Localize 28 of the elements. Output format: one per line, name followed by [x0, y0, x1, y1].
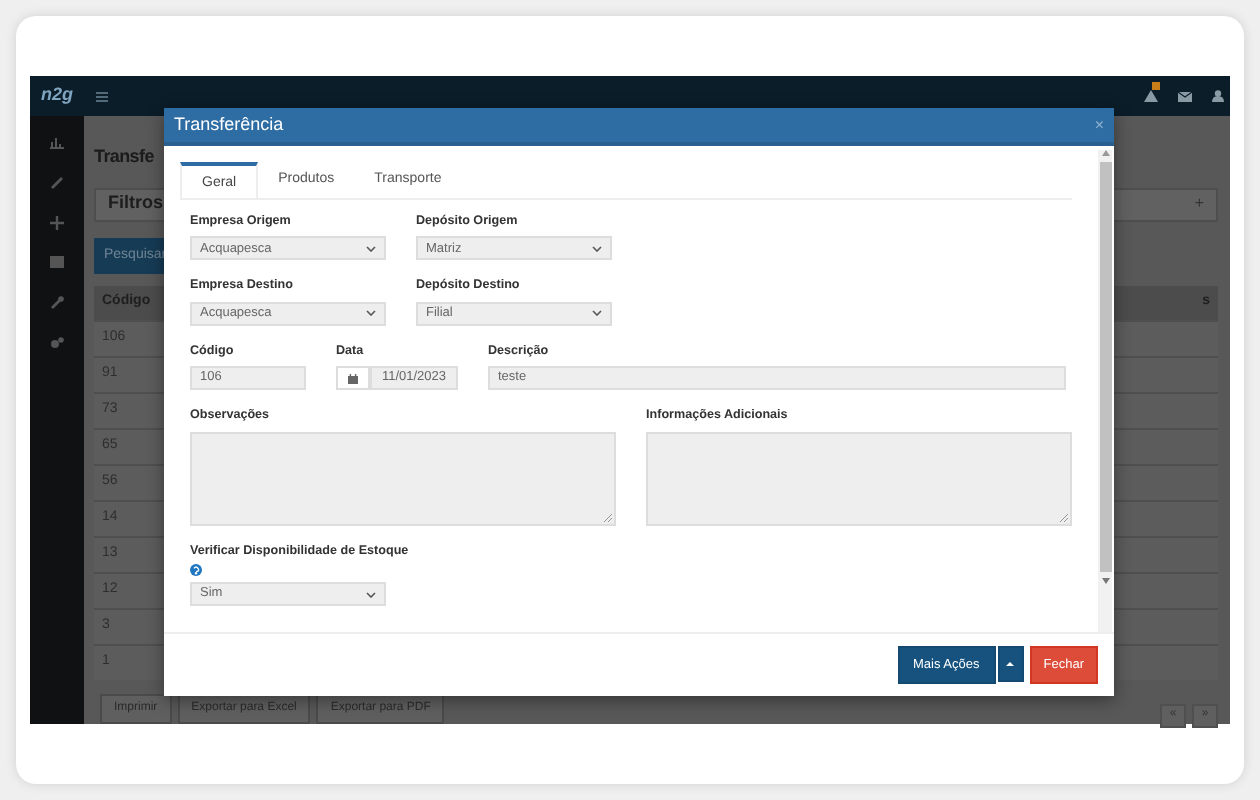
wrench-icon[interactable]	[50, 296, 64, 310]
chevron-icon	[366, 591, 376, 598]
plus-icon[interactable]	[50, 216, 64, 230]
calendar-icon	[348, 373, 358, 384]
modal-title: Transferência	[174, 111, 284, 138]
scroll-up-icon[interactable]	[1101, 150, 1109, 156]
scrollbar[interactable]	[1098, 150, 1112, 632]
scroll-down-icon[interactable]	[1101, 578, 1109, 584]
warning-icon[interactable]	[1144, 90, 1158, 102]
pencil-icon[interactable]	[50, 176, 64, 190]
dropdown-toggle-button[interactable]	[997, 645, 1024, 682]
textarea-field[interactable]	[190, 431, 616, 526]
user-icon[interactable]	[1212, 90, 1224, 102]
page-title: Transfe	[94, 144, 154, 170]
panel-title: Filtros	[108, 190, 164, 217]
logo: n2g	[38, 82, 75, 109]
caret-icon	[1006, 661, 1015, 666]
chevron-icon	[592, 245, 602, 252]
resize-grip-icon	[604, 513, 612, 522]
menu-icon[interactable]	[96, 91, 108, 101]
textarea-field[interactable]	[646, 431, 1072, 526]
mail-icon[interactable]	[1178, 91, 1192, 101]
chevron-icon	[366, 310, 376, 317]
notification-badge	[1152, 82, 1160, 90]
chart-icon[interactable]	[50, 136, 64, 150]
resize-grip-icon	[1060, 513, 1068, 522]
chevron-icon	[366, 245, 376, 252]
chevron-icon	[592, 310, 602, 317]
